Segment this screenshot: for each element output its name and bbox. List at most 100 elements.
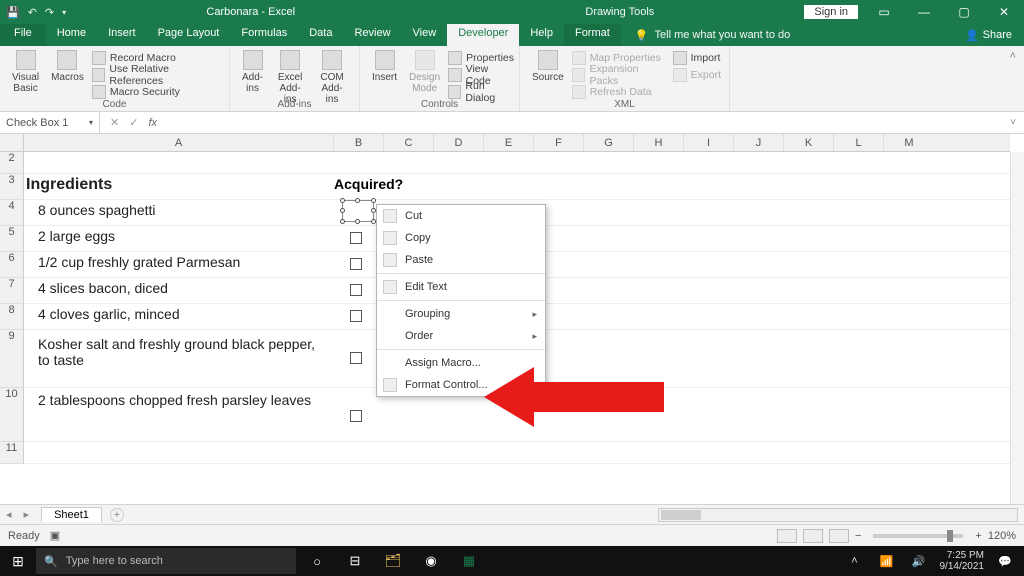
view-page-break-button[interactable] [829, 529, 849, 543]
worksheet-grid[interactable]: A B C D E F G H I J K L M 2 3 4 5 6 7 8 … [0, 134, 1024, 504]
chrome-icon[interactable]: ◉ [414, 548, 448, 574]
tab-insert[interactable]: Insert [97, 24, 147, 46]
task-view-icon[interactable]: ⊟ [338, 548, 372, 574]
design-mode-button[interactable]: Design Mode [405, 48, 444, 100]
checkbox-b10[interactable] [350, 410, 362, 422]
view-page-layout-button[interactable] [803, 529, 823, 543]
zoom-level[interactable]: 120% [988, 530, 1016, 542]
cell-a8[interactable]: 4 cloves garlic, minced [26, 306, 180, 322]
ribbon-options-icon[interactable]: ▭ [864, 5, 904, 19]
tray-chevron-up-icon[interactable]: ˄ [844, 555, 866, 567]
ctx-edit-text[interactable]: Edit Text [377, 276, 545, 298]
ctx-order[interactable]: Order▸ [377, 325, 545, 347]
tell-me[interactable]: 💡 Tell me what you want to do [621, 24, 790, 46]
minimize-icon[interactable]: — [904, 5, 944, 19]
col-header-d[interactable]: D [434, 134, 484, 151]
cell-b3[interactable]: Acquired? [334, 176, 403, 192]
notifications-icon[interactable]: 💬 [994, 555, 1016, 568]
cell-a7[interactable]: 4 slices bacon, diced [26, 280, 168, 296]
tab-help[interactable]: Help [519, 24, 564, 46]
tab-file[interactable]: File [0, 24, 46, 46]
ctx-format-control[interactable]: Format Control... [377, 374, 545, 396]
col-header-c[interactable]: C [384, 134, 434, 151]
ctx-copy[interactable]: Copy [377, 227, 545, 249]
macro-security-button[interactable]: Macro Security [92, 84, 221, 100]
macros-button[interactable]: Macros [47, 48, 88, 100]
col-header-i[interactable]: I [684, 134, 734, 151]
sheet-tab[interactable]: Sheet1 [41, 507, 102, 522]
tab-format[interactable]: Format [564, 24, 621, 46]
xml-import-button[interactable]: Import [673, 50, 721, 66]
checkbox-b5[interactable] [350, 232, 362, 244]
cell-a3[interactable]: Ingredients [26, 176, 112, 194]
cancel-formula-icon[interactable]: ✕ [110, 116, 119, 129]
share-button[interactable]: 👤 Share [953, 24, 1024, 46]
col-header-f[interactable]: F [534, 134, 584, 151]
file-explorer-icon[interactable]: 🗂 [376, 548, 410, 574]
qat-dropdown-icon[interactable]: ▾ [62, 8, 66, 17]
col-header-a[interactable]: A [24, 134, 334, 151]
system-clock[interactable]: 7:25 PM 9/14/2021 [940, 550, 985, 572]
zoom-slider[interactable] [873, 534, 963, 538]
row-header[interactable]: 10 [0, 388, 24, 442]
ctx-assign-macro[interactable]: Assign Macro... [377, 352, 545, 374]
column-headers[interactable]: A B C D E F G H I J K L M [24, 134, 1010, 152]
expand-formula-bar-icon[interactable]: ˅ [1010, 117, 1024, 128]
col-header-e[interactable]: E [484, 134, 534, 151]
cell-a4[interactable]: 8 ounces spaghetti [26, 202, 156, 218]
row-headers[interactable]: 2 3 4 5 6 7 8 9 10 11 [0, 152, 24, 464]
cell-a6[interactable]: 1/2 cup freshly grated Parmesan [26, 254, 240, 270]
zoom-out-icon[interactable]: − [855, 530, 861, 542]
new-sheet-button[interactable]: + [110, 508, 124, 522]
fx-icon[interactable]: fx [148, 117, 157, 129]
save-icon[interactable]: 💾 [6, 6, 20, 19]
tab-review[interactable]: Review [343, 24, 401, 46]
undo-icon[interactable]: ↶ [28, 6, 37, 19]
checkbox-b7[interactable] [350, 284, 362, 296]
taskbar-search[interactable]: 🔍 Type here to search [36, 548, 296, 574]
signin-button[interactable]: Sign in [804, 5, 858, 19]
tray-volume-icon[interactable]: 🔊 [908, 555, 930, 568]
col-header-l[interactable]: L [834, 134, 884, 151]
col-header-j[interactable]: J [734, 134, 784, 151]
name-box[interactable]: Check Box 1 ▾ [0, 112, 100, 133]
accept-formula-icon[interactable]: ✓ [129, 116, 138, 129]
maximize-icon[interactable]: ▢ [944, 5, 984, 19]
col-header-k[interactable]: K [784, 134, 834, 151]
tab-developer[interactable]: Developer [447, 24, 519, 46]
relative-refs-button[interactable]: Use Relative References [92, 67, 221, 83]
checkbox-b8[interactable] [350, 310, 362, 322]
tab-home[interactable]: Home [46, 24, 97, 46]
vertical-scrollbar[interactable] [1010, 152, 1024, 504]
cell-a10[interactable]: 2 tablespoons chopped fresh parsley leav… [26, 392, 316, 408]
checkbox-b9[interactable] [350, 352, 362, 364]
tab-data[interactable]: Data [298, 24, 343, 46]
checkbox-object-selected[interactable] [342, 200, 374, 222]
col-header-h[interactable]: H [634, 134, 684, 151]
ctx-cut[interactable]: Cut [377, 205, 545, 227]
col-header-m[interactable]: M [884, 134, 934, 151]
sheet-nav-next-icon[interactable]: ▸ [18, 508, 36, 521]
horizontal-scrollbar[interactable] [658, 508, 1018, 522]
col-header-b[interactable]: B [334, 134, 384, 151]
col-header-g[interactable]: G [584, 134, 634, 151]
macro-record-icon[interactable]: ▣ [50, 529, 60, 542]
view-normal-button[interactable] [777, 529, 797, 543]
zoom-in-icon[interactable]: + [975, 530, 981, 542]
row-header[interactable]: 11 [0, 442, 24, 464]
row-header[interactable]: 2 [0, 152, 24, 174]
cell-a9[interactable]: Kosher salt and freshly ground black pep… [26, 336, 316, 368]
chevron-down-icon[interactable]: ▾ [89, 118, 93, 127]
tab-formulas[interactable]: Formulas [230, 24, 298, 46]
sheet-nav-prev-icon[interactable]: ◂ [0, 508, 18, 521]
run-dialog-button[interactable]: Run Dialog [448, 84, 514, 100]
collapse-ribbon-icon[interactable]: ˄ [1002, 46, 1024, 111]
row-header[interactable]: 5 [0, 226, 24, 252]
redo-icon[interactable]: ↷ [45, 6, 54, 19]
row-header[interactable]: 4 [0, 200, 24, 226]
tray-network-icon[interactable]: 📶 [876, 555, 898, 568]
select-all-corner[interactable] [0, 134, 24, 152]
row-header[interactable]: 8 [0, 304, 24, 330]
xml-source-button[interactable]: Source [528, 48, 568, 100]
ctx-paste[interactable]: Paste [377, 249, 545, 271]
